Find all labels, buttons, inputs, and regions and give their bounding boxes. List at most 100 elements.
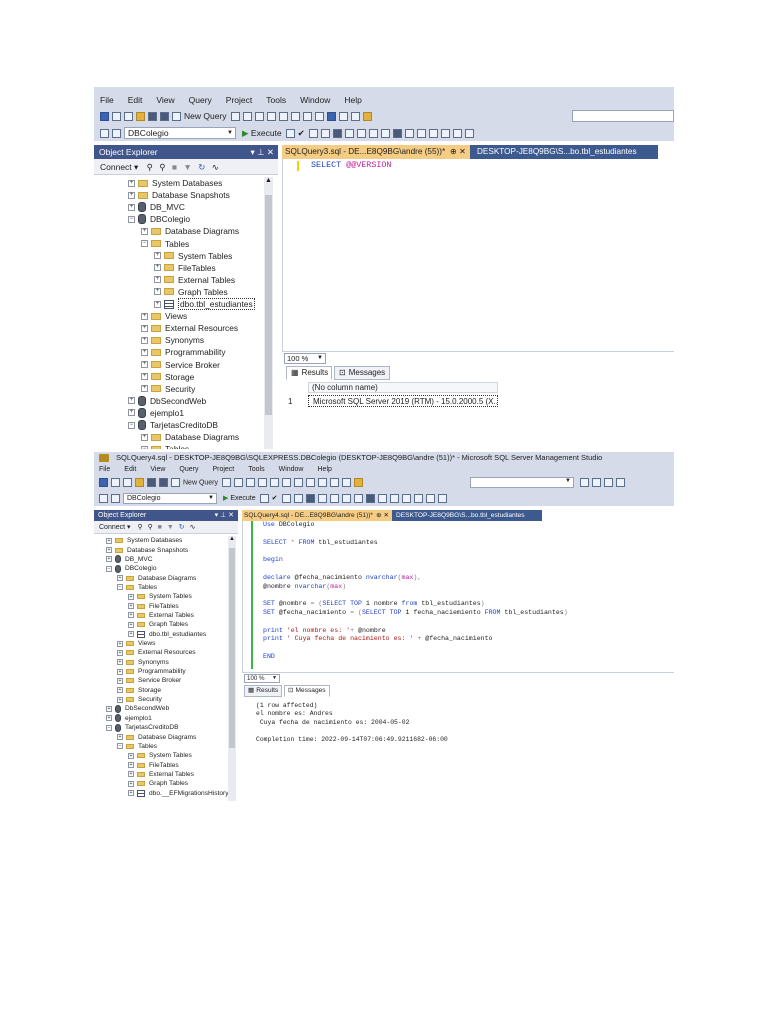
query-icon[interactable]: [270, 478, 280, 487]
menu-tools[interactable]: Tools: [248, 464, 264, 475]
back-icon[interactable]: [100, 111, 109, 121]
tree-node[interactable]: + External Tables: [128, 611, 194, 620]
tree-node[interactable]: + Database Diagrams: [117, 573, 196, 582]
results-to-file-icon[interactable]: [404, 128, 414, 138]
expand-icon[interactable]: +: [128, 203, 135, 211]
expand-icon[interactable]: +: [141, 385, 148, 393]
expand-icon[interactable]: +: [117, 640, 123, 647]
zoom-selector[interactable]: 100 % ▼: [284, 353, 326, 364]
expand-icon[interactable]: +: [128, 762, 134, 769]
tab-messages[interactable]: ⊡ Messages: [284, 685, 330, 697]
zoom-selector[interactable]: 100 % ▼: [244, 674, 280, 683]
redo-icon[interactable]: [330, 478, 340, 487]
object-explorer-icon[interactable]: [100, 128, 109, 138]
tree-node[interactable]: + External Tables: [154, 274, 235, 286]
tab-tbl-estudiantes[interactable]: DESKTOP-JE8Q9BG\S...bo.tbl_estudiantes: [394, 510, 542, 521]
collapse-icon[interactable]: −: [141, 445, 148, 449]
collapse-icon[interactable]: −: [141, 240, 148, 248]
specify-values-icon[interactable]: [437, 493, 447, 503]
tree-node[interactable]: + dbo.tbl_estudiantes: [128, 630, 206, 639]
tree-node[interactable]: + dbo.__EFMigrationsHistory: [128, 788, 229, 797]
menu-window[interactable]: Window: [300, 93, 330, 107]
tree-node[interactable]: − DBColegio: [128, 213, 190, 225]
filter-icon[interactable]: ▼: [183, 162, 191, 172]
tree-node[interactable]: + Synonyms: [141, 334, 204, 346]
expand-icon[interactable]: +: [128, 191, 135, 199]
activity-monitor-icon[interactable]: ∿: [212, 162, 219, 172]
tree-node[interactable]: + External Resources: [141, 322, 238, 334]
collapse-icon[interactable]: −: [128, 215, 135, 223]
results-to-text-icon[interactable]: [353, 493, 363, 503]
stop-icon[interactable]: ■: [158, 524, 162, 531]
expand-icon[interactable]: +: [154, 264, 161, 272]
display-plan-icon[interactable]: [308, 128, 318, 138]
client-stats-icon[interactable]: [341, 493, 351, 503]
chevron-up-icon[interactable]: ▲: [264, 177, 273, 184]
tree-node[interactable]: + FileTables: [154, 262, 216, 274]
tree-node[interactable]: − Tables: [117, 583, 157, 592]
expand-icon[interactable]: +: [117, 668, 123, 675]
collapse-icon[interactable]: −: [117, 584, 123, 591]
tree-node[interactable]: + Storage: [141, 371, 194, 383]
refresh-icon[interactable]: ↻: [179, 524, 185, 531]
solution-explorer-icon[interactable]: [580, 478, 589, 487]
execute-button[interactable]: ▶ Execute: [242, 128, 282, 139]
live-stats-icon[interactable]: [356, 128, 366, 138]
expand-icon[interactable]: +: [117, 649, 123, 656]
tree-node[interactable]: + External Resources: [117, 648, 196, 657]
new-project-icon[interactable]: [123, 478, 132, 487]
expand-icon[interactable]: +: [128, 780, 134, 787]
parse-icon[interactable]: ✔: [298, 128, 305, 139]
query-editor[interactable]: Use DBColegio SELECT * FROM tbl_estudiant…: [242, 521, 674, 672]
expand-icon[interactable]: +: [141, 336, 148, 344]
new-project-icon[interactable]: [124, 111, 133, 121]
menu-query[interactable]: Query: [179, 464, 198, 475]
tree-node[interactable]: + Programmability: [117, 667, 186, 676]
copy-icon[interactable]: [294, 478, 304, 487]
expand-icon[interactable]: +: [117, 696, 123, 703]
disconnect-icon[interactable]: ⚲: [159, 162, 165, 172]
expand-icon[interactable]: +: [141, 373, 148, 381]
expand-icon[interactable]: +: [128, 397, 135, 405]
query-icon[interactable]: [234, 478, 244, 487]
expand-icon[interactable]: +: [154, 276, 161, 284]
tab-results[interactable]: ▦ Results: [244, 685, 282, 697]
comment-icon[interactable]: [416, 128, 426, 138]
tab-results[interactable]: ▦ Results: [286, 366, 332, 380]
panel-controls[interactable]: ▾ ⊥ ✕: [215, 510, 234, 521]
expand-icon[interactable]: +: [128, 603, 134, 610]
collapse-icon[interactable]: −: [128, 421, 135, 429]
tree-node[interactable]: + dbo.tbl_estudiantes: [154, 298, 255, 311]
paste-icon[interactable]: [306, 478, 316, 487]
stop-icon[interactable]: ■: [172, 162, 177, 172]
save-all-icon[interactable]: [160, 111, 169, 121]
save-icon[interactable]: [148, 111, 157, 121]
tree-node[interactable]: + Graph Tables: [154, 286, 228, 298]
expand-icon[interactable]: +: [117, 687, 123, 694]
tab-tbl-estudiantes[interactable]: DESKTOP-JE8Q9BG\S...bo.tbl_estudiantes: [474, 145, 658, 159]
new-query-button[interactable]: New Query: [172, 111, 227, 122]
tree-node[interactable]: + Database Diagrams: [117, 732, 196, 741]
expand-icon[interactable]: +: [141, 312, 148, 320]
expand-icon[interactable]: +: [106, 547, 112, 554]
undo-icon[interactable]: [326, 111, 336, 121]
tree-node[interactable]: + Views: [141, 310, 187, 322]
tree-node[interactable]: + System Tables: [128, 592, 192, 601]
tree-node[interactable]: + ejemplo1: [106, 714, 152, 723]
tree-node[interactable]: + Programmability: [141, 346, 226, 358]
display-plan-icon[interactable]: [281, 493, 291, 503]
collapse-icon[interactable]: −: [106, 724, 112, 731]
back-icon[interactable]: [99, 478, 108, 487]
collapse-icon[interactable]: −: [106, 565, 112, 572]
tree-node[interactable]: + Graph Tables: [128, 620, 188, 629]
live-stats-icon[interactable]: [329, 493, 339, 503]
tab-close-icon[interactable]: ⊕ ✕: [450, 145, 466, 159]
tree-node[interactable]: + DB_MVC: [128, 201, 185, 213]
expand-icon[interactable]: +: [141, 348, 148, 356]
parse-icon[interactable]: ✔: [272, 494, 278, 502]
tab-sqlquery3[interactable]: SQLQuery3.sql - DE...E8Q9BG\andre (55))*…: [282, 145, 470, 159]
new-query-button[interactable]: New Query: [171, 478, 218, 487]
query-icon[interactable]: [246, 478, 256, 487]
expand-icon[interactable]: +: [106, 705, 112, 712]
expand-icon[interactable]: +: [128, 752, 134, 759]
